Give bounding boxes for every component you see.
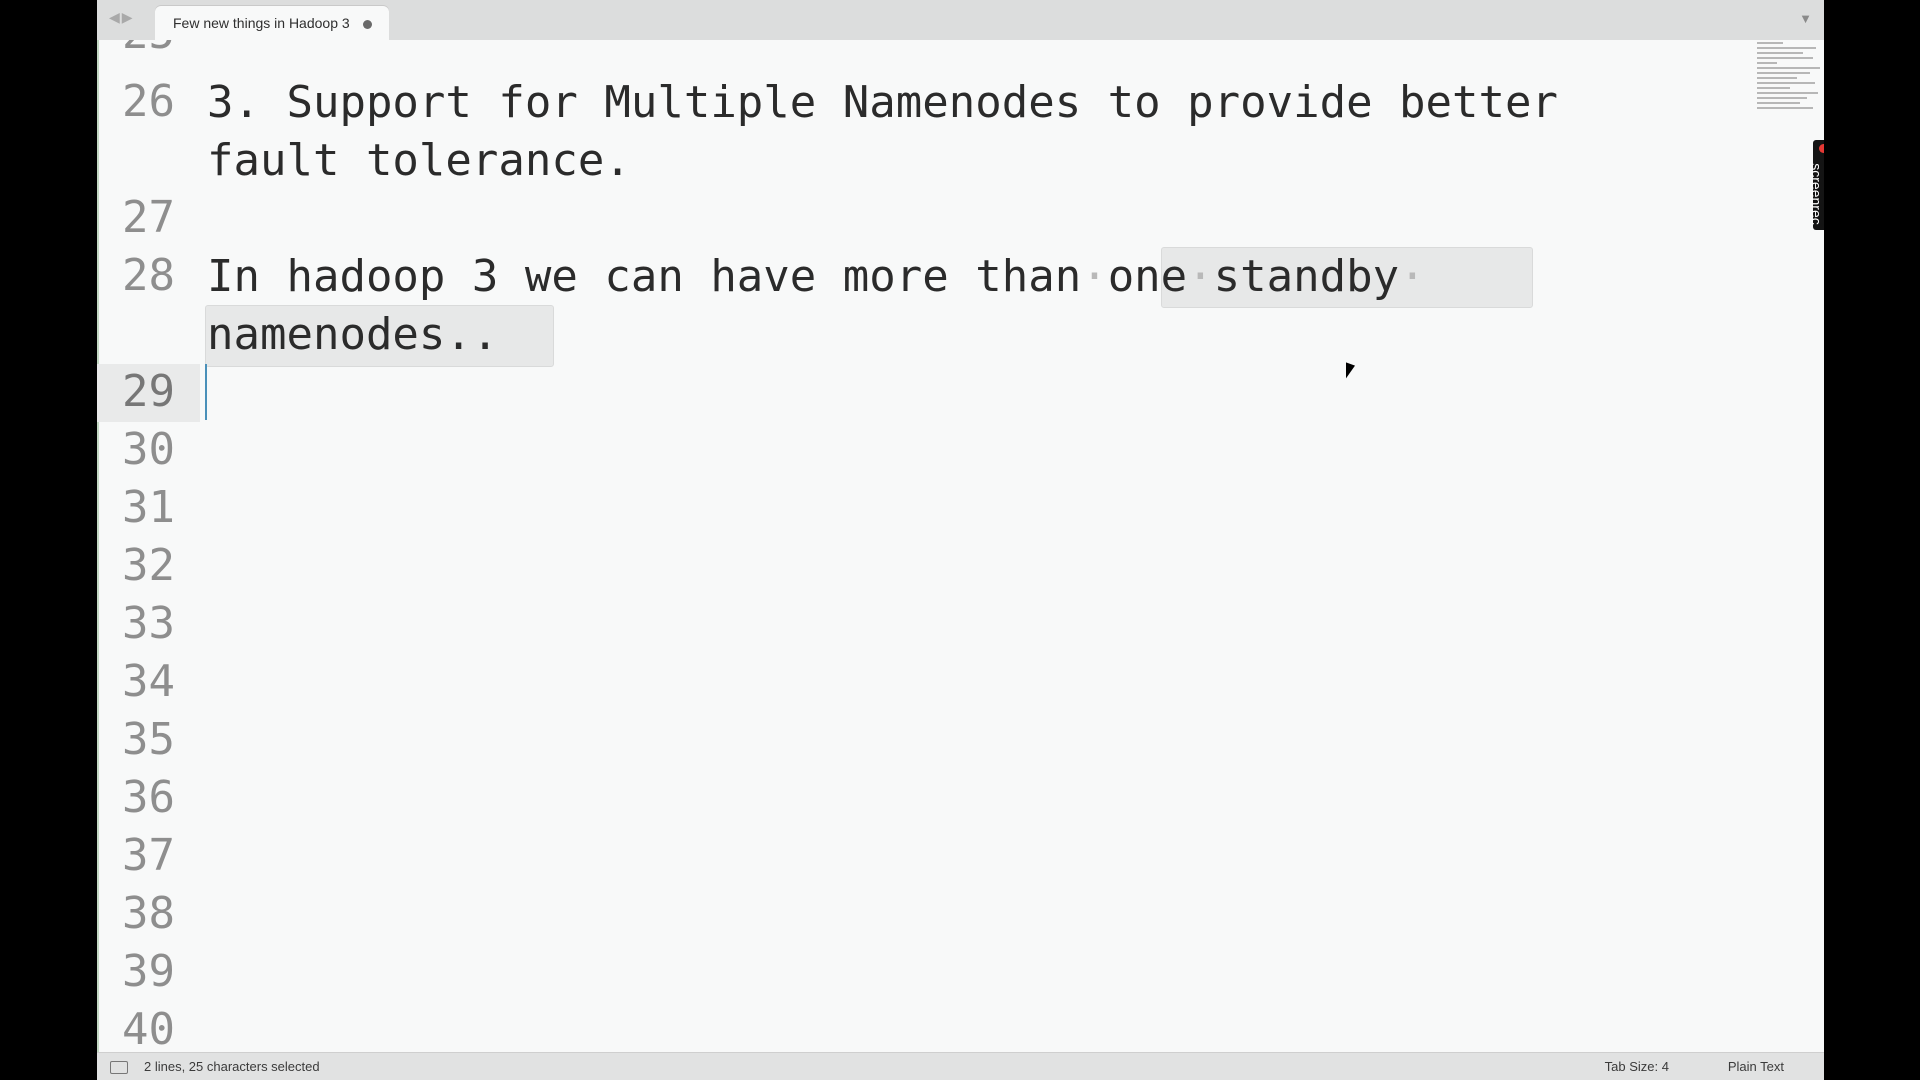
tab-nav-arrows[interactable]: ◀▶	[109, 9, 135, 26]
line-number: 40	[122, 1004, 175, 1052]
status-bar: 2 lines, 25 characters selected Tab Size…	[97, 1052, 1824, 1080]
line-number: 27	[122, 192, 175, 243]
text-editor[interactable]: 25 26 3. Support for Multiple Namenodes …	[97, 40, 1824, 1052]
line-number: 31	[122, 482, 175, 533]
line-number-active: 29	[97, 364, 200, 422]
tab-bar: ◀▶ Few new things in Hadoop 3 ▼	[97, 0, 1824, 40]
tab-dropdown-icon[interactable]: ▼	[1799, 11, 1812, 26]
code-line[interactable]: 3. Support for Multiple Namenodes to pro…	[207, 74, 1558, 132]
code-line-wrap[interactable]: namenodes..	[207, 306, 498, 364]
minimap[interactable]	[1757, 42, 1823, 122]
tab-size-selector[interactable]: Tab Size: 4	[1605, 1059, 1669, 1074]
tab-title: Few new things in Hadoop 3	[173, 15, 350, 31]
panel-toggle-icon[interactable]	[110, 1061, 128, 1074]
line-number: 33	[122, 598, 175, 649]
line-number: 30	[122, 424, 175, 475]
tab-document[interactable]: Few new things in Hadoop 3	[155, 6, 389, 40]
line-number: 26	[122, 76, 175, 127]
editor-window: ◀▶ Few new things in Hadoop 3 ▼ 25 26 3.…	[97, 0, 1824, 1080]
back-arrow-icon[interactable]: ◀	[109, 9, 122, 25]
line-number: 35	[122, 714, 175, 765]
text-caret	[205, 364, 207, 420]
syntax-selector[interactable]: Plain Text	[1728, 1059, 1784, 1074]
line-number: 34	[122, 656, 175, 707]
forward-arrow-icon[interactable]: ▶	[122, 9, 135, 25]
selected-text: standby	[1213, 251, 1400, 302]
screen-recorder-badge[interactable]: screenrec	[1809, 140, 1824, 230]
whitespace-marker: ·	[1081, 251, 1108, 302]
code-text: In hadoop 3 we can have more than	[207, 251, 1082, 302]
code-line-wrap[interactable]: fault tolerance.	[207, 132, 631, 190]
code-line[interactable]: In hadoop 3 we can have more than·one·st…	[207, 248, 1426, 306]
whitespace-marker: ·	[1399, 251, 1426, 302]
mouse-pointer-icon	[1346, 362, 1355, 382]
recorder-label: screenrec	[1808, 163, 1824, 225]
line-number: 36	[122, 772, 175, 823]
line-number: 39	[122, 946, 175, 997]
line-number: 37	[122, 830, 175, 881]
unsaved-dot-icon[interactable]	[363, 20, 372, 29]
whitespace-marker: ·	[1187, 251, 1214, 302]
line-number: 38	[122, 888, 175, 939]
record-icon	[1819, 144, 1824, 153]
line-number: 28	[122, 250, 175, 301]
selection-status: 2 lines, 25 characters selected	[144, 1059, 320, 1074]
line-number: 32	[122, 540, 175, 591]
selected-text: one	[1107, 251, 1188, 302]
line-number: 25	[97, 40, 200, 64]
